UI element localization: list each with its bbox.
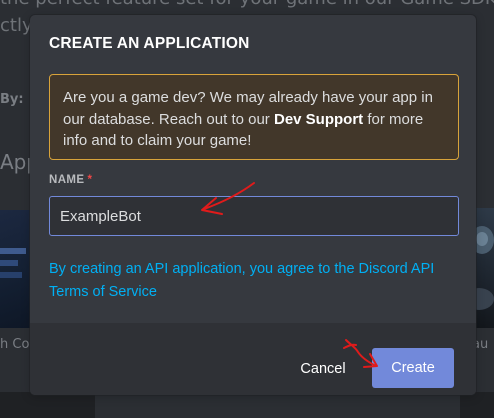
create-application-modal: CREATE AN APPLICATION Are you a game dev… xyxy=(30,15,476,395)
modal-footer: Cancel Create xyxy=(30,323,476,395)
background-strip xyxy=(0,392,95,418)
cancel-button[interactable]: Cancel xyxy=(285,350,361,388)
name-field-label: NAME * xyxy=(49,174,93,186)
background-card-title: h Co xyxy=(0,337,30,352)
background-text: By: xyxy=(0,92,24,107)
dev-support-link[interactable]: Dev Support xyxy=(274,111,363,128)
modal-body: CREATE AN APPLICATION Are you a game dev… xyxy=(30,15,476,323)
background-game-card xyxy=(0,210,30,328)
background-strip xyxy=(460,392,494,418)
game-dev-notice: Are you a game dev? We may already have … xyxy=(49,74,459,160)
terms-of-service-link[interactable]: By creating an API application, you agre… xyxy=(49,258,459,304)
background-text: the perfect feature set for your game in… xyxy=(0,0,494,9)
modal-title: CREATE AN APPLICATION xyxy=(49,35,250,52)
create-button[interactable]: Create xyxy=(372,348,454,388)
required-marker: * xyxy=(87,174,93,186)
name-input[interactable] xyxy=(49,196,459,236)
